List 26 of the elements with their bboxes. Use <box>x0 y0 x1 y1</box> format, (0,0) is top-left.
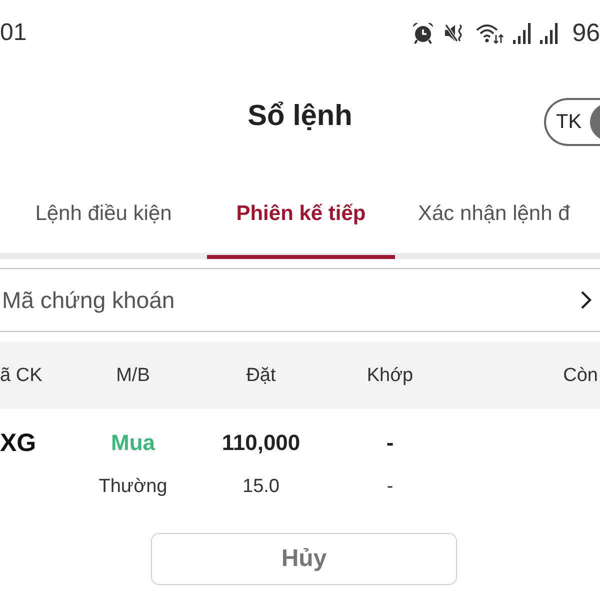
stock-code-selector[interactable]: Mã chứng khoán <box>0 268 600 332</box>
table-cell-text: XG <box>0 428 36 459</box>
table-cell-text: - <box>386 429 394 457</box>
signal-bars-icon <box>540 22 558 44</box>
table-cell-text: Thường <box>98 475 168 499</box>
page-title: Sổ lệnh <box>248 100 352 132</box>
tab[interactable]: Xác nhận lệnh đ <box>395 166 600 259</box>
table-cell-text: 15.0 <box>242 475 280 499</box>
chevron-right-icon <box>580 290 592 310</box>
table-cell-text: - <box>386 475 394 499</box>
column-header: Còn <box>563 364 598 386</box>
alarm-clock-icon <box>412 22 434 44</box>
table-cell-text: Mua <box>111 429 155 457</box>
column-header: Đặt <box>246 364 276 386</box>
column-header: M/B <box>116 364 150 386</box>
column-header: ã CK <box>0 364 42 386</box>
table-cell-text: 110,000 <box>222 429 300 457</box>
account-toggle[interactable]: TK <box>544 98 600 146</box>
wifi-icon <box>476 22 504 44</box>
signal-bars-icon <box>513 22 532 44</box>
battery-percentage: 96 <box>572 18 600 48</box>
tab[interactable]: Lệnh điều kiện <box>0 166 207 259</box>
tab[interactable]: Phiên kế tiếp <box>207 166 395 259</box>
status-time: 01 <box>0 19 27 47</box>
column-header: Khớp <box>366 364 414 386</box>
cancel-button[interactable]: Hủy <box>151 533 457 585</box>
